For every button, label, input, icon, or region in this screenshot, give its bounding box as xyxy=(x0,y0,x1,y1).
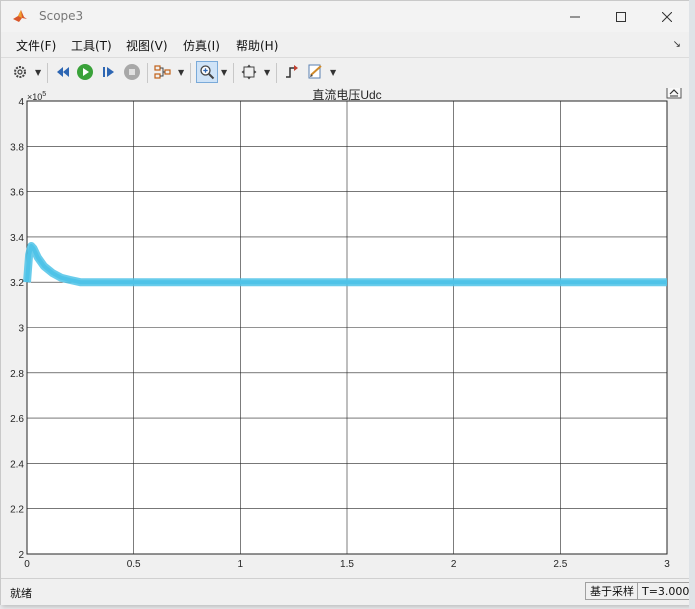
x-tick-label: 1.5 xyxy=(340,559,354,570)
x-tick-label: 0 xyxy=(24,559,30,570)
y-tick-label: 3.6 xyxy=(10,188,24,199)
x-tick-label: 1 xyxy=(238,559,244,570)
y-tick-label: 2.2 xyxy=(10,505,24,516)
y-tick-label: 2.8 xyxy=(10,369,24,380)
highlight-dropdown-icon[interactable]: ▼ xyxy=(178,68,184,77)
y-tick-label: 2 xyxy=(18,550,24,561)
scope-plot[interactable]: 0 0.5 1 1.5 2 2.5 3 2 2.2 2.4 2.6 2.8 3 3.2 3.4 3.6 3.8 4… xyxy=(1,88,690,578)
y-tick-label: 3.8 xyxy=(10,142,24,153)
y-tick-label: 4 xyxy=(18,97,24,108)
x-tick-label: 0.5 xyxy=(127,559,141,570)
edit-dropdown-icon[interactable]: ▼ xyxy=(330,68,336,77)
x-tick-label: 2.5 xyxy=(553,559,567,570)
highlight-button[interactable] xyxy=(153,62,173,82)
close-icon xyxy=(662,11,672,22)
edit-icon xyxy=(308,64,322,79)
fit-to-view-button[interactable] xyxy=(239,62,259,82)
background-edge xyxy=(689,0,695,609)
matlab-logo-icon xyxy=(13,10,27,22)
settings-button[interactable] xyxy=(10,62,30,82)
run-button[interactable] xyxy=(75,62,95,82)
toolbar-separator xyxy=(190,63,191,83)
toolbar-separator xyxy=(233,63,234,83)
toolbar: ▼ ▼ ▼ ▼ ▼ xyxy=(1,57,690,89)
window-title: Scope3 xyxy=(39,9,84,23)
menu-tools[interactable]: 工具(T) xyxy=(71,37,112,54)
minimize-icon xyxy=(570,16,580,17)
fit-dropdown-icon[interactable]: ▼ xyxy=(264,68,270,77)
plot-title: 直流电压Udc xyxy=(312,88,381,102)
maximize-button[interactable] xyxy=(598,1,644,32)
y-tick-label: 3.4 xyxy=(10,233,24,244)
x-tick-label: 3 xyxy=(664,559,670,570)
menu-file[interactable]: 文件(F) xyxy=(16,37,56,54)
gear-icon xyxy=(14,66,26,78)
settings-dropdown-icon[interactable]: ▼ xyxy=(35,68,41,77)
menu-view[interactable]: 视图(V) xyxy=(126,37,168,54)
menu-dock-arrow-icon[interactable]: ↘ xyxy=(673,39,681,50)
zoom-in-icon xyxy=(200,65,215,80)
y-tick-label: 2.6 xyxy=(10,414,24,425)
rewind-icon xyxy=(57,67,69,77)
plot-area: 0 0.5 1 1.5 2 2.5 3 2 2.2 2.4 2.6 2.8 3 3.2 3.4 3.6 3.8 4… xyxy=(1,88,690,578)
maximize-icon xyxy=(616,11,626,22)
y-tick-label: 3 xyxy=(18,324,24,335)
y-tick-label: 3.2 xyxy=(10,278,24,289)
step-forward-button[interactable] xyxy=(99,62,119,82)
zoom-in-button[interactable] xyxy=(196,61,218,83)
status-ready: 就绪 xyxy=(10,587,32,600)
step-forward-icon xyxy=(103,67,114,77)
title-bar[interactable]: Scope3 xyxy=(1,1,690,32)
menu-bar: 文件(F) 工具(T) 视图(V) 仿真(I) 帮助(H) ↘ xyxy=(1,32,690,56)
y-tick-label: 2.4 xyxy=(10,459,24,470)
stop-icon xyxy=(124,64,140,80)
zoom-dropdown-icon[interactable]: ▼ xyxy=(221,68,227,77)
menu-help[interactable]: 帮助(H) xyxy=(236,37,278,54)
toolbar-separator xyxy=(147,63,148,83)
minimize-button[interactable] xyxy=(552,1,598,32)
scope-window: Scope3 文件(F) 工具(T) 视图(V) 仿真(I) 帮助(H) ↘ ▼ xyxy=(0,0,695,605)
step-back-button[interactable] xyxy=(53,62,73,82)
exponent-label: ×105 xyxy=(27,91,46,102)
trigger-button[interactable] xyxy=(282,62,302,82)
fit-to-view-icon xyxy=(241,64,257,80)
x-tick-label: 2 xyxy=(451,559,457,570)
status-bar: 就绪 基于采样 T=3.000 xyxy=(1,578,695,605)
toolbar-separator xyxy=(276,63,277,83)
highlight-icon xyxy=(154,65,171,79)
undock-button[interactable] xyxy=(666,88,682,99)
edit-button[interactable] xyxy=(306,62,326,82)
close-button[interactable] xyxy=(644,1,690,32)
sample-mode-indicator: 基于采样 xyxy=(585,582,639,600)
menu-simulation[interactable]: 仿真(I) xyxy=(183,37,220,54)
stop-button[interactable] xyxy=(122,62,142,82)
trigger-icon xyxy=(286,65,298,78)
toolbar-separator xyxy=(47,63,48,83)
sim-time-indicator: T=3.000 xyxy=(637,582,695,600)
run-icon xyxy=(77,64,93,80)
